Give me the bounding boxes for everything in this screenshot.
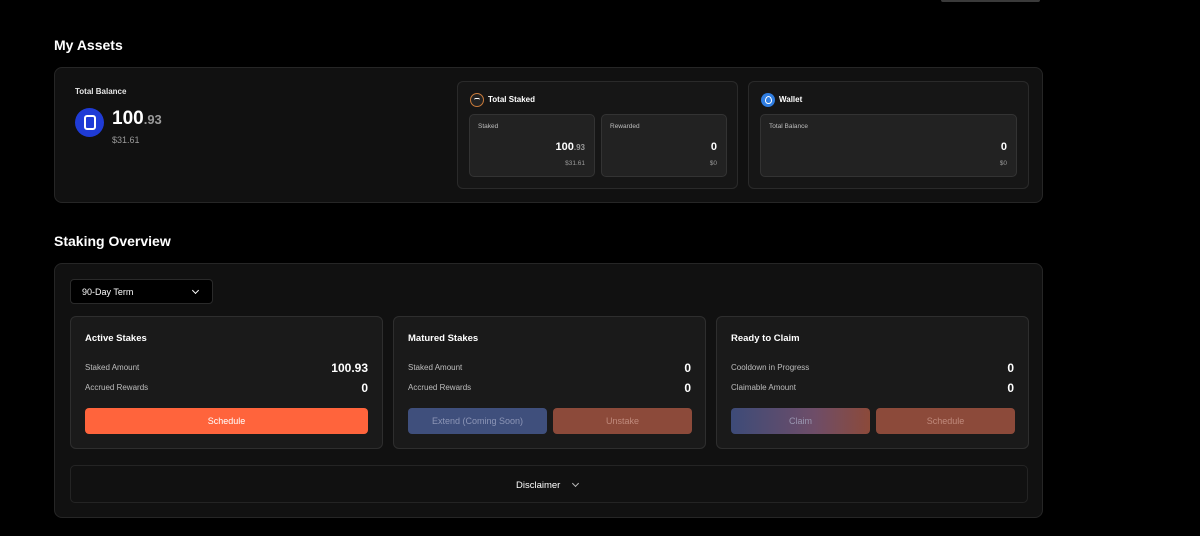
claim-schedule-button[interactable]: Schedule	[876, 408, 1015, 434]
my-assets-title: My Assets	[54, 37, 123, 53]
token-logo-icon	[75, 108, 104, 137]
matured-staked-label: Staked Amount	[408, 363, 463, 372]
total-balance-usd: $31.61	[112, 135, 140, 145]
matured-stakes-card: Matured Stakes Staked Amount 0 Accrued R…	[393, 316, 706, 449]
term-select-value: 90-Day Term	[82, 287, 134, 297]
staked-value: 100.93	[556, 141, 585, 153]
balance-dec: .93	[143, 112, 162, 127]
rewarded-value: 0	[710, 141, 717, 153]
active-stakes-title: Active Stakes	[85, 333, 147, 344]
active-staked-label: Staked Amount	[85, 363, 140, 372]
extend-button[interactable]: Extend (Coming Soon)	[408, 408, 547, 434]
wallet-balance-label: Total Balance	[769, 123, 809, 130]
active-rewards-value: 0	[361, 381, 368, 395]
active-stakes-card: Active Stakes Staked Amount 100.93 Accru…	[70, 316, 383, 449]
balance-int: 100	[112, 108, 144, 129]
active-rewards-label: Accrued Rewards	[85, 383, 149, 392]
matured-staked-value: 0	[684, 361, 691, 375]
total-staked-card: Total Staked Staked 100.93 $31.61 Reward…	[457, 81, 738, 189]
disclaimer-toggle[interactable]: Disclaimer	[70, 465, 1028, 503]
term-select[interactable]: 90-Day Term	[70, 279, 213, 304]
wallet-drop-icon	[761, 93, 775, 107]
matured-rewards-value: 0	[684, 381, 691, 395]
total-balance-label: Total Balance	[75, 87, 127, 96]
ready-to-claim-title: Ready to Claim	[731, 333, 800, 344]
matured-rewards-label: Accrued Rewards	[408, 383, 472, 392]
ready-to-claim-card: Ready to Claim Cooldown in Progress 0 Cl…	[716, 316, 1029, 449]
disclaimer-label: Disclaimer	[516, 480, 561, 491]
rewarded-subcard: Rewarded 0 $0	[601, 114, 727, 177]
claim-button[interactable]: Claim	[731, 408, 870, 434]
cooldown-value: 0	[1007, 361, 1014, 375]
schedule-button[interactable]: Schedule	[85, 408, 368, 434]
cooldown-label: Cooldown in Progress	[731, 363, 810, 372]
matured-stakes-title: Matured Stakes	[408, 333, 479, 344]
staked-label: Staked	[478, 123, 499, 130]
wallet-title: Wallet	[779, 95, 803, 104]
staked-value-dec: .93	[573, 143, 585, 152]
top-menu-edge[interactable]	[941, 0, 1040, 2]
wallet-balance-usd: $0	[999, 160, 1007, 167]
staking-icon	[470, 93, 484, 107]
staking-overview-title: Staking Overview	[54, 233, 171, 249]
chevron-down-icon	[571, 479, 580, 488]
wallet-balance-subcard: Total Balance 0 $0	[760, 114, 1017, 177]
staked-subcard: Staked 100.93 $31.61	[469, 114, 595, 177]
chevron-down-icon	[191, 286, 200, 295]
active-staked-value: 100.93	[331, 361, 368, 375]
rewarded-label: Rewarded	[610, 123, 640, 130]
wallet-balance-value: 0	[1000, 141, 1007, 153]
claimable-label: Claimable Amount	[731, 383, 796, 392]
staked-usd: $31.61	[565, 160, 585, 167]
rewarded-usd: $0	[709, 160, 717, 167]
staking-panel: 90-Day Term Active Stakes Staked Amount …	[54, 263, 1043, 518]
total-balance-value: 100.93	[112, 108, 162, 130]
claimable-value: 0	[1007, 381, 1014, 395]
assets-panel: Total Balance 100.93 $31.61 Total Staked…	[54, 67, 1043, 203]
total-staked-title: Total Staked	[488, 95, 535, 104]
staked-value-int: 100	[555, 141, 574, 153]
wallet-card: Wallet Total Balance 0 $0	[748, 81, 1029, 189]
unstake-button[interactable]: Unstake	[553, 408, 692, 434]
